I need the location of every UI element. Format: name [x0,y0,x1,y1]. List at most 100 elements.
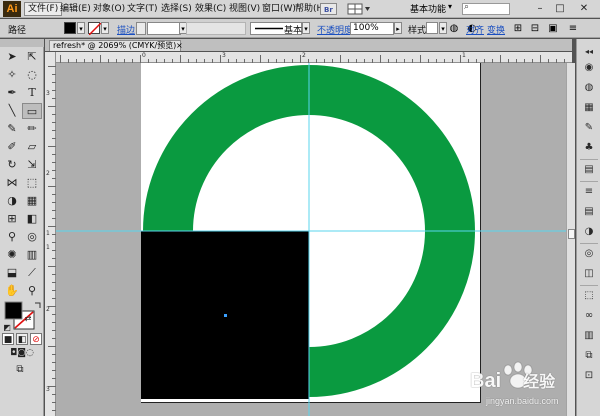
swap-fill-stroke-icon[interactable]: ⇄ [22,311,34,327]
watermark-brand-bai: Bai [470,370,502,392]
magic-wand-icon[interactable]: ✧ [2,67,22,83]
drawing-modes-icon[interactable]: ◘◙◌ [2,347,42,359]
ruler-tick [48,346,56,347]
pencil-icon[interactable]: ✏ [22,121,42,137]
scale-icon[interactable]: ⇲ [22,157,42,173]
none-mode-icon[interactable]: ⊘ [30,333,42,345]
stroke-dropdown[interactable]: ▾ [101,22,109,34]
brushes-icon[interactable]: ✎ [581,121,597,135]
color-icon[interactable]: ◍ [581,81,597,95]
opacity-dropdown[interactable]: ▸ [394,22,402,34]
stroke-weight-stepper[interactable] [136,22,146,35]
appearance-icon[interactable]: ◎ [581,247,597,261]
eraser-icon[interactable]: ▱ [22,139,42,155]
transparency-icon[interactable]: ◑ [581,225,597,239]
menu-edit[interactable]: 编辑(E) [57,2,94,16]
search-icon: ⌕ [464,2,470,12]
stroke-link[interactable]: 描边 [117,23,135,36]
collapse-panels-icon[interactable]: ◂◂ [581,45,597,59]
mesh-icon[interactable]: ⊞ [2,211,22,227]
variable-width-profile[interactable] [186,22,246,35]
fill-dropdown[interactable]: ▾ [77,22,85,34]
screen-mode-icon[interactable]: ⧉ [10,363,30,377]
tools-panel-header[interactable] [0,39,44,47]
chevron-down-icon[interactable]: ▾ [448,2,452,11]
swatches-icon[interactable]: ▦ [581,101,597,115]
type-icon[interactable]: T [22,85,42,101]
links-icon[interactable]: ∞ [581,309,597,323]
slice-icon[interactable]: ⟋ [22,265,42,281]
document-tab[interactable]: refresh* @ 2069% (CMYK/预览) × [49,40,183,51]
brush-dropdown[interactable]: ▾ [302,22,310,34]
artboards-icon[interactable]: ⬚ [581,289,597,303]
transform-icon[interactable]: ⊞ [511,22,525,35]
ruler-number: 3 [222,52,226,59]
column-graph-icon[interactable]: ▥ [22,247,42,263]
search-input[interactable] [462,3,510,15]
align-link[interactable]: 对齐 [466,23,484,36]
stroke-icon[interactable]: ≡ [581,185,597,199]
menu-bar: Ai 文件(F) 编辑(E) 对象(O) 文字(T) 选择(S) 效果(C) 视… [0,0,600,18]
eyedropper-icon[interactable]: ⚲ [2,229,22,245]
menu-view[interactable]: 视图(V) [226,2,263,16]
menu-select[interactable]: 选择(S) [158,2,195,16]
blob-brush-icon[interactable]: ✐ [2,139,22,155]
transform-link[interactable]: 变换 [487,23,505,36]
align-icon[interactable]: ▥ [581,329,597,343]
close-tab-icon[interactable]: × [176,41,183,50]
hand-icon[interactable]: ✋ [2,283,22,299]
opacity-field[interactable]: 100% [350,22,394,35]
rotate-icon[interactable]: ↻ [2,157,22,173]
menu-type[interactable]: 文字(T) [124,2,161,16]
control-panel-menu-icon[interactable]: ≡ [566,22,580,35]
workspace-switcher[interactable]: 基本功能 [410,2,446,15]
arrange-documents-button[interactable] [347,3,371,15]
maximize-button[interactable]: □ [552,2,568,15]
document-setup-icon[interactable]: ◍ [447,22,461,35]
paintbrush-icon[interactable]: ✎ [2,121,22,137]
line-segment-icon[interactable]: ╲ [2,103,22,119]
perspective-grid-icon[interactable]: ▦ [22,193,42,209]
center-point-marker [224,314,227,317]
free-transform-icon[interactable]: ⬚ [22,175,42,191]
opacity-link[interactable]: 不透明度 [317,23,353,36]
stroke-weight-field[interactable] [147,22,181,35]
ruler-tick [48,66,56,67]
rectangle-icon[interactable]: ▭ [22,103,42,119]
zoom-icon[interactable]: ⚲ [22,283,42,299]
default-fill-stroke-icon[interactable]: ◩ [2,323,12,333]
color-guide-icon[interactable]: ◉ [581,61,597,75]
menu-object[interactable]: 对象(O) [90,2,128,16]
layers-icon[interactable]: ◫ [581,267,597,281]
gradient-mode-icon[interactable]: ◧ [16,333,28,345]
gradient-icon[interactable]: ◧ [22,211,42,227]
graphic-styles-icon[interactable]: ▤ [581,163,597,177]
ruler-tick [48,106,56,107]
graphic-style-swatch[interactable] [426,22,438,34]
stroke-swatch[interactable] [88,22,102,36]
graphic-style-dropdown[interactable]: ▾ [439,22,447,34]
blend-icon[interactable]: ◎ [22,229,42,245]
artboard-icon[interactable]: ⬓ [2,265,22,281]
color-mode-icon[interactable]: ■ [2,333,14,345]
isolate-icon[interactable]: ⊟ [528,22,542,35]
selection-mode-icon[interactable]: ▣ [546,22,560,35]
vertical-ruler[interactable]: 3 2 1 1 2 3 [45,52,56,416]
shape-builder-icon[interactable]: ◑ [2,193,22,209]
ruler-number: 1 [462,52,466,59]
minimize-button[interactable]: – [532,2,548,15]
lasso-icon[interactable]: ◌ [22,67,42,83]
fill-swatch[interactable] [64,22,76,34]
width-icon[interactable]: ⋈ [2,175,22,191]
direct-selection-icon[interactable]: ⇱ [22,49,42,65]
pen-icon[interactable]: ✒ [2,85,22,101]
gradient-icon[interactable]: ▤ [581,205,597,219]
symbol-sprayer-icon[interactable]: ✺ [2,247,22,263]
scrollbar-thumb[interactable] [568,229,575,239]
symbols-icon[interactable]: ♣ [581,141,597,155]
selection-arrow-icon[interactable]: ➤ [2,49,22,65]
close-button[interactable]: ✕ [576,2,592,15]
horizontal-ruler[interactable]: 0 3 2 1 [56,52,572,63]
bridge-button[interactable]: Br [320,3,337,15]
menu-effect[interactable]: 效果(C) [192,2,229,16]
